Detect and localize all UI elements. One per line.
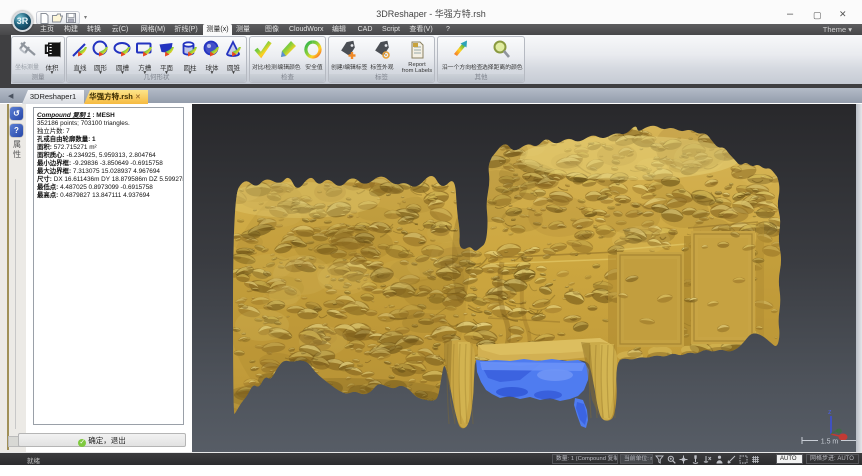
svg-text:1.5 m: 1.5 m bbox=[821, 439, 839, 446]
svg-text:z: z bbox=[828, 409, 832, 416]
